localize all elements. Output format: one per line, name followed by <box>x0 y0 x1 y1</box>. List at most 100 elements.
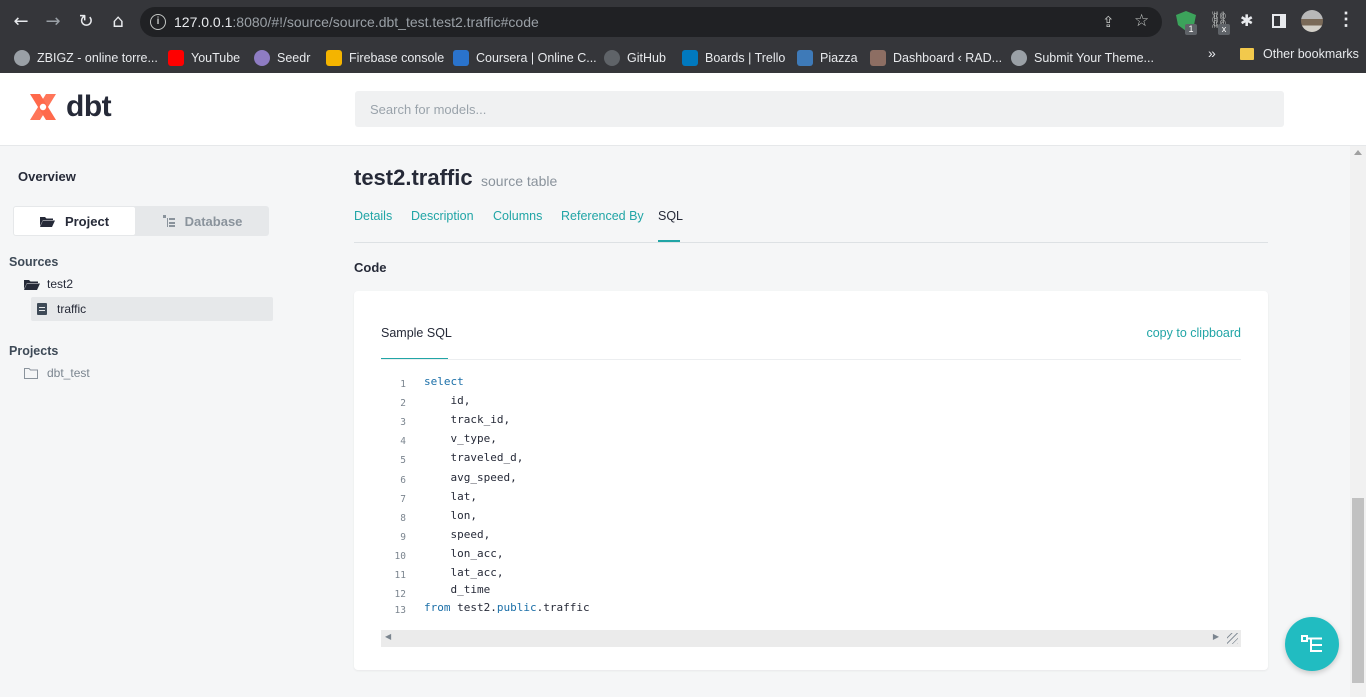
page-subtitle: source table <box>481 173 558 189</box>
line-number: 9 <box>400 531 406 543</box>
sidebar: Overview Project Database Sources test2 … <box>0 146 290 697</box>
bookmark-item[interactable]: Coursera | Online C... <box>453 47 597 69</box>
active-tab-indicator <box>658 240 680 242</box>
search-input[interactable] <box>355 91 1284 127</box>
bookmark-item[interactable]: Seedr <box>254 47 310 69</box>
youtube-icon <box>168 50 184 66</box>
line-number: 1 <box>400 379 406 390</box>
bookmark-label: Coursera | Online C... <box>476 51 597 65</box>
scroll-up-icon[interactable] <box>1354 150 1362 155</box>
view-toggle: Project Database <box>13 206 269 236</box>
bookmark-label: ZBIGZ - online torre... <box>37 51 158 65</box>
database-view-label: Database <box>184 213 243 229</box>
bookmarks-overflow-icon[interactable]: » <box>1208 45 1216 61</box>
project-view-label: Project <box>64 213 110 229</box>
tab-description[interactable]: Description <box>411 209 474 223</box>
tree-item-label: dbt_test <box>47 366 90 380</box>
folder-icon <box>1240 48 1254 60</box>
tab-referenced-by[interactable]: Referenced By <box>561 209 644 223</box>
bookmark-item[interactable]: Submit Your Theme... <box>1011 47 1154 69</box>
address-bar[interactable]: i 127.0.0.1:8080/#!/source/source.dbt_te… <box>140 7 1162 37</box>
code-line: d_time <box>424 583 491 597</box>
code-line: track_id, <box>424 413 511 427</box>
bookmark-item[interactable]: GitHub <box>604 47 666 69</box>
back-arrow-icon[interactable]: ← <box>8 9 34 35</box>
tree-item-label: traffic <box>57 302 87 316</box>
bookmark-label: Submit Your Theme... <box>1034 51 1154 65</box>
tree-item-test2[interactable]: test2 <box>24 277 73 291</box>
site-info-icon[interactable]: i <box>150 14 166 30</box>
database-view-button[interactable]: Database <box>137 207 268 235</box>
bookmark-label: Dashboard ‹ RAD... <box>893 51 1003 65</box>
scroll-left-icon[interactable]: ◀ <box>385 632 391 641</box>
projects-heading: Projects <box>9 344 59 358</box>
line-number: 11 <box>394 570 406 581</box>
section-tabs: Details Description Columns Referenced B… <box>354 208 1268 243</box>
scrollbar-thumb[interactable] <box>1352 498 1364 683</box>
firebase-icon <box>326 50 342 66</box>
seedr-icon <box>254 50 270 66</box>
tree-item-dbt-test[interactable]: dbt_test <box>24 366 90 380</box>
line-number: 12 <box>394 589 406 601</box>
folder-icon <box>24 367 38 379</box>
share-icon[interactable]: ⇪ <box>1102 13 1115 31</box>
bookmark-star-icon[interactable]: ☆ <box>1134 11 1149 31</box>
bookmark-label: Boards | Trello <box>705 51 786 65</box>
bookmark-item[interactable]: Boards | Trello <box>682 47 785 69</box>
code-block[interactable]: 1 select 2 id, 3 track_id, 4 v_type, 5 travel… <box>381 375 1241 631</box>
project-view-button[interactable]: Project <box>14 207 135 235</box>
bookmark-label: GitHub <box>627 51 666 65</box>
browser-chrome: ← → ↻ ⌂ i 127.0.0.1:8080/#!/source/sourc… <box>0 0 1366 73</box>
line-number: 5 <box>400 455 406 467</box>
bookmark-item[interactable]: YouTube <box>168 47 240 69</box>
divider <box>381 359 1241 360</box>
code-line: lat_acc, <box>424 566 504 579</box>
url-host: 127.0.0.1 <box>174 14 233 30</box>
tab-details[interactable]: Details <box>354 209 392 223</box>
bookmark-item[interactable]: Piazza <box>797 47 858 69</box>
bookmark-item[interactable]: Firebase console <box>326 47 444 69</box>
horizontal-scrollbar[interactable]: ◀ ▶ <box>381 630 1241 647</box>
wordpress-icon <box>1011 50 1027 66</box>
tab-columns[interactable]: Columns <box>493 209 542 223</box>
home-icon[interactable]: ⌂ <box>105 9 131 35</box>
overview-link[interactable]: Overview <box>18 169 76 184</box>
line-number: 8 <box>400 512 406 524</box>
sample-sql-tab[interactable]: Sample SQL <box>381 326 452 340</box>
code-card: Sample SQL copy to clipboard 1 select 2 id… <box>354 291 1268 670</box>
scroll-right-icon[interactable]: ▶ <box>1213 632 1219 641</box>
line-number: 4 <box>400 436 406 448</box>
dbt-logo-icon <box>30 94 56 120</box>
copy-to-clipboard-link[interactable]: copy to clipboard <box>1146 326 1241 340</box>
side-panel-icon[interactable] <box>1272 14 1286 28</box>
profile-avatar[interactable] <box>1301 10 1323 32</box>
url-text[interactable]: 127.0.0.1:8080/#!/source/source.dbt_test… <box>174 14 539 30</box>
code-line: lon_acc, <box>424 546 504 560</box>
bookmark-label: Seedr <box>277 51 311 65</box>
dbt-logo[interactable]: dbt <box>26 90 112 124</box>
database-tree-icon <box>162 215 175 227</box>
url-path: :8080/#!/source/source.dbt_test.test2.tr… <box>232 14 539 30</box>
bookmark-label: YouTube <box>191 51 241 65</box>
bookmark-item[interactable]: Dashboard ‹ RAD... <box>870 47 1002 69</box>
other-bookmarks[interactable]: Other bookmarks <box>1240 47 1359 61</box>
piazza-icon <box>797 50 813 66</box>
browser-menu-icon[interactable]: ⋮ <box>1337 9 1355 30</box>
line-number: 2 <box>400 398 406 410</box>
code-line: select <box>424 375 464 388</box>
code-heading: Code <box>354 260 387 275</box>
tree-item-traffic[interactable]: traffic <box>31 297 273 321</box>
tab-sql[interactable]: SQL <box>658 209 683 223</box>
coursera-icon <box>453 50 469 66</box>
lineage-graph-button[interactable] <box>1285 617 1339 671</box>
extensions-puzzle-icon[interactable]: ✱ <box>1240 11 1253 31</box>
page-scrollbar[interactable] <box>1350 146 1366 697</box>
extension-badge: x <box>1218 24 1230 35</box>
folder-open-icon <box>24 279 40 290</box>
cloud-icon <box>14 50 30 66</box>
extension-badge: 1 <box>1185 24 1197 35</box>
resize-handle[interactable] <box>1227 633 1238 644</box>
bookmark-item[interactable]: ZBIGZ - online torre... <box>14 47 158 69</box>
reload-icon[interactable]: ↻ <box>73 9 99 35</box>
forward-arrow-icon[interactable]: → <box>40 9 66 35</box>
